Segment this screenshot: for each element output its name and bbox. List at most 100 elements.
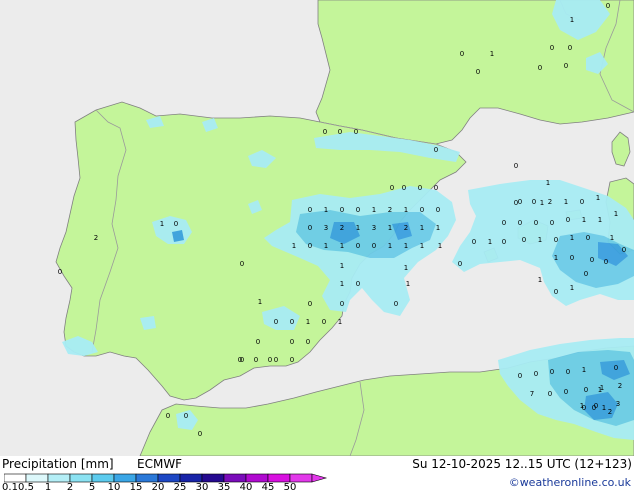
legend-swatch [69, 473, 93, 483]
precip-value: 0 [290, 356, 294, 364]
precip-value: 0 [198, 430, 202, 438]
precip-value: 0 [268, 356, 272, 364]
precip-value: 0 [418, 184, 422, 192]
precip-value: 1 [356, 224, 360, 232]
precip-value: 0 [394, 300, 398, 308]
precip-value: 1 [420, 224, 424, 232]
legend-tick: 5 [88, 482, 96, 493]
precip-value: 0 [240, 260, 244, 268]
precip-value: 0 [606, 2, 610, 10]
precip-value: 1 [404, 264, 408, 272]
precip-value: 0 [372, 242, 376, 250]
precip-value: 0 [308, 300, 312, 308]
precip-value: 0 [323, 128, 327, 136]
precip-value: 2 [548, 198, 552, 206]
precip-value: 0 [436, 206, 440, 214]
precip-value: 0 [356, 206, 360, 214]
precip-value: 2 [340, 224, 344, 232]
precip-value: 1 [258, 298, 262, 306]
legend-tick: 25 [173, 482, 187, 493]
precip-value: 0 [518, 219, 522, 227]
legend-tick: 20 [151, 482, 165, 493]
precip-value: 0 [580, 198, 584, 206]
precip-value: 0 [340, 206, 344, 214]
precip-value: 0 [604, 258, 608, 266]
legend-swatch [201, 473, 225, 483]
precip-value: 1 [614, 210, 618, 218]
precip-value: 1 [340, 262, 344, 270]
precip-value: 0 [434, 184, 438, 192]
precip-value: 0 [402, 184, 406, 192]
precip-value: 1 [404, 242, 408, 250]
precip-value: 1 [388, 224, 392, 232]
precip-value: 2 [388, 206, 392, 214]
precip-value: 1 [340, 242, 344, 250]
precip-value: 0 [184, 412, 188, 420]
precip-value: 0 [356, 280, 360, 288]
map-footer: Precipitation [mm] ECMWF Su 12-10-2025 1… [0, 456, 634, 493]
precip-value: 0 [522, 236, 526, 244]
legend-swatch [179, 473, 203, 483]
precip-value: 0 [290, 338, 294, 346]
precip-value: 2 [608, 408, 612, 416]
precip-value: 0 [534, 370, 538, 378]
legend-swatch [91, 473, 115, 483]
precip-value: 0 [308, 242, 312, 250]
precip-value: 1 [610, 234, 614, 242]
precip-value: 0 [548, 390, 552, 398]
model-name: ECMWF [137, 457, 183, 471]
precip-value: 0 [550, 219, 554, 227]
precip-value: 1 [596, 194, 600, 202]
precip-value: 1 [306, 318, 310, 326]
legend-tick: 45 [261, 482, 275, 493]
precip-value: 0 [458, 260, 462, 268]
precip-value: 0 [532, 198, 536, 206]
legend-tick: 1 [44, 482, 52, 493]
precip-value: 0 [584, 386, 588, 394]
precip-value: 0 [566, 216, 570, 224]
precip-value: 1 [538, 276, 542, 284]
precip-value: 2 [94, 234, 98, 242]
precip-value: 0 [476, 68, 480, 76]
precip-value: 1 [420, 242, 424, 250]
precip-value: 0 [434, 146, 438, 154]
precip-value: 0 [322, 318, 326, 326]
precip-value: 1 [538, 236, 542, 244]
precip-value: 3 [324, 224, 328, 232]
precip-value: 2 [404, 224, 408, 232]
precip-value: 1 [602, 404, 606, 412]
precip-value: 0 [290, 318, 294, 326]
precip-value: 0 [582, 404, 586, 412]
legend-swatch [267, 473, 291, 483]
precip-value: 0 [240, 356, 244, 364]
legend-swatch [135, 473, 159, 483]
precip-value: 1 [404, 206, 408, 214]
precip-value: 1 [582, 366, 586, 374]
precip-area [172, 230, 184, 242]
precip-value: 0 [586, 234, 590, 242]
precip-value: 0 [308, 206, 312, 214]
precip-value: 0 [566, 368, 570, 376]
precip-value: 1 [570, 16, 574, 24]
precip-value: 3 [616, 400, 620, 408]
precip-value: 7 [530, 390, 534, 398]
legend-title: Precipitation [mm] [2, 457, 114, 471]
precip-value: 1 [160, 220, 164, 228]
precip-value: 1 [554, 254, 558, 262]
precip-value: 1 [564, 198, 568, 206]
precip-value: 0 [58, 268, 62, 276]
legend-swatch [113, 473, 137, 483]
precip-value: 0 [570, 254, 574, 262]
precip-value: 1 [540, 199, 544, 207]
legend-tick: 0.1 [2, 482, 18, 493]
precip-value: 0 [554, 236, 558, 244]
precip-value: 0 [166, 412, 170, 420]
precip-value: 0 [338, 128, 342, 136]
precip-value: 2 [618, 382, 622, 390]
legend-tick: 0.5 [18, 482, 34, 493]
precip-value: 1 [406, 280, 410, 288]
precip-value: 1 [372, 206, 376, 214]
precip-value: 0 [274, 356, 278, 364]
precip-value: 0 [518, 372, 522, 380]
legend-tick: 50 [283, 482, 297, 493]
